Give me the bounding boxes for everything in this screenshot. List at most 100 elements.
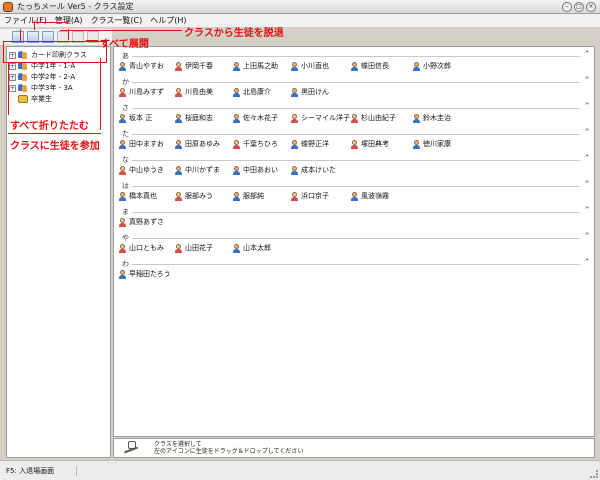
student-item[interactable]: 坂本 正	[118, 113, 152, 123]
window-title: たっちメール Ver5 - クラス設定	[17, 2, 134, 11]
student-item[interactable]: 佐々木花子	[232, 113, 278, 123]
maximize-button[interactable]: □	[574, 2, 584, 12]
class-tree[interactable]: + カード印刷クラス + 中学1年 - 1-A + 中学2年 - 2-A + 中…	[6, 46, 111, 458]
student-item[interactable]: 小野次郎	[412, 61, 451, 71]
student-item[interactable]: 杉山由紀子	[350, 113, 396, 123]
student-item[interactable]: 服部純	[232, 191, 264, 201]
annotation-line	[100, 58, 101, 130]
kana-label: か	[122, 78, 129, 86]
tree-item[interactable]: + 中学3年 - 3A	[9, 83, 73, 93]
student-item[interactable]: 蝶田信長	[350, 61, 389, 71]
student-item[interactable]: 服部みう	[174, 191, 213, 201]
annotation-line	[34, 22, 68, 23]
collapse-caret-icon[interactable]: ^	[584, 50, 590, 58]
menu-manage[interactable]: 管理(A)	[55, 15, 83, 26]
student-name: 風波嶺霧	[361, 192, 389, 200]
menu-help[interactable]: ヘルプ(H)	[150, 15, 186, 26]
student-girl-icon	[290, 191, 299, 201]
section-divider	[132, 238, 580, 239]
collapse-caret-icon[interactable]: ^	[584, 154, 590, 162]
collapse-caret-icon[interactable]: ^	[584, 180, 590, 188]
student-name: 小川直也	[301, 62, 329, 70]
tree-item[interactable]: 卒業生	[9, 94, 52, 104]
student-item[interactable]: 千葉ちひろ	[232, 139, 278, 149]
student-item[interactable]: 山口ともみ	[118, 243, 164, 253]
student-item[interactable]: 北島康介	[232, 87, 271, 97]
student-item[interactable]: 浜口京子	[290, 191, 329, 201]
collapse-caret-icon[interactable]: ^	[584, 206, 590, 214]
collapse-caret-icon[interactable]: ^	[584, 128, 590, 136]
student-item[interactable]: 蝶野正洋	[290, 139, 329, 149]
collapse-caret-icon[interactable]: ^	[584, 232, 590, 240]
kana-section-header[interactable]: あ ^	[116, 50, 590, 60]
menu-file[interactable]: ファイル(F)	[4, 15, 47, 26]
student-item[interactable]: 川島みすず	[118, 87, 164, 97]
student-item[interactable]: 中田あおい	[232, 165, 278, 175]
kana-section-header[interactable]: な ^	[116, 154, 590, 164]
student-item[interactable]: 小川直也	[290, 61, 329, 71]
expand-toggle-icon[interactable]: +	[9, 62, 16, 70]
student-item[interactable]: 橋本真也	[118, 191, 157, 201]
student-item[interactable]: 中川かずま	[174, 165, 220, 175]
kana-section-header[interactable]: ま ^	[116, 206, 590, 216]
student-item[interactable]: 鈴木圭治	[412, 113, 451, 123]
student-boy-icon	[232, 191, 241, 201]
expand-toggle-icon[interactable]: +	[9, 84, 16, 92]
collapse-caret-icon[interactable]: ^	[584, 102, 590, 110]
kana-section-header[interactable]: か ^	[116, 76, 590, 86]
student-girl-icon	[174, 61, 183, 71]
student-boy-icon	[232, 61, 241, 71]
student-item[interactable]: 塚田典考	[350, 139, 389, 149]
student-item[interactable]: 中山ゆうき	[118, 165, 164, 175]
collapse-caret-icon[interactable]: ^	[584, 258, 590, 266]
student-item[interactable]: 山田花子	[174, 243, 213, 253]
kana-label: わ	[122, 260, 129, 268]
student-item[interactable]: 風波嶺霧	[350, 191, 389, 201]
window-controls: – □ ×	[562, 2, 596, 12]
student-item[interactable]: 川島由美	[174, 87, 213, 97]
student-list-panel[interactable]: あ ^ 青山やすお 伊岡千春 上田馬之助 小川直也 蝶田信長 小野次郎か ^ 川島みすず 川島由美北…	[113, 46, 595, 437]
student-name: 服部みう	[185, 192, 213, 200]
status-text: F5: 入退場画面	[6, 465, 78, 476]
student-item[interactable]: 成本けいた	[290, 165, 336, 175]
student-boy-icon	[118, 113, 127, 123]
student-item[interactable]: 真野あずさ	[118, 217, 164, 227]
student-name: 成本けいた	[301, 166, 336, 174]
kana-label: ま	[122, 208, 129, 216]
student-name: 早稲田たろう	[129, 270, 171, 278]
collapse-caret-icon[interactable]: ^	[584, 76, 590, 84]
student-item[interactable]: 黒田けん	[290, 87, 329, 97]
student-item[interactable]: 田原あゆみ	[174, 139, 220, 149]
student-item[interactable]: 田中ますお	[118, 139, 164, 149]
graduate-icon	[18, 95, 28, 103]
class-group-icon	[18, 62, 28, 70]
student-name: 橋本真也	[129, 192, 157, 200]
student-name: 中山ゆうき	[129, 166, 164, 174]
annotation-join: クラスに生徒を参加	[10, 141, 100, 152]
student-item[interactable]: 上田馬之助	[232, 61, 278, 71]
annotation-collapse: すべて折りたたむ	[10, 121, 89, 132]
student-item[interactable]: 徳川家康	[412, 139, 451, 149]
student-item[interactable]: 桜庭和志	[174, 113, 213, 123]
minimize-button[interactable]: –	[562, 2, 572, 12]
student-item[interactable]: 伊岡千春	[174, 61, 213, 71]
student-boy-icon	[174, 165, 183, 175]
menu-bar: ファイル(F) 管理(A) クラス一覧(C) ヘルプ(H)	[0, 14, 600, 28]
student-name: 桜庭和志	[185, 114, 213, 122]
hint-line-1: クラスを選択して	[154, 441, 202, 448]
menu-class-list[interactable]: クラス一覧(C)	[91, 15, 143, 26]
student-item[interactable]: 青山やすお	[118, 61, 164, 71]
resize-grip-icon[interactable]	[590, 470, 598, 478]
tree-item[interactable]: + 中学2年 - 2-A	[9, 72, 75, 82]
close-button[interactable]: ×	[586, 2, 596, 12]
kana-section-header[interactable]: た ^	[116, 128, 590, 138]
student-item[interactable]: 山本太郎	[232, 243, 271, 253]
kana-section-header[interactable]: さ ^	[116, 102, 590, 112]
kana-section-header[interactable]: や ^	[116, 232, 590, 242]
expand-toggle-icon[interactable]: +	[9, 73, 16, 81]
kana-section-header[interactable]: わ ^	[116, 258, 590, 268]
student-item[interactable]: 早稲田たろう	[118, 269, 171, 279]
kana-section-header[interactable]: は ^	[116, 180, 590, 190]
student-item[interactable]: シーマイル洋子	[290, 113, 350, 123]
student-boy-icon	[232, 243, 241, 253]
